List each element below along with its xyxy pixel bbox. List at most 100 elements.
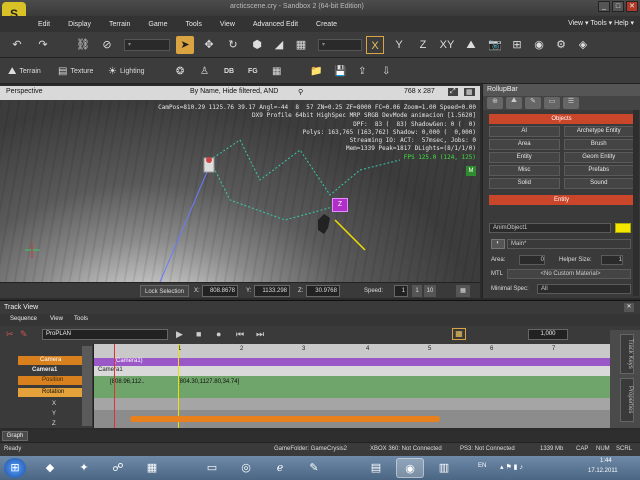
lock-selection-button[interactable]: Lock Selection [140,285,190,297]
viewport-title[interactable]: Perspective [6,88,43,95]
character-entity[interactable] [318,214,330,234]
speed-1-button[interactable]: 1 [412,285,422,297]
track-timeline[interactable]: 1 2 3 4 5 6 7 (Camera1) Camera1 [808.96,… [94,344,610,428]
object-area-button[interactable]: Area [489,139,560,150]
tree-camera1[interactable]: Camera1 [18,366,90,375]
entity-color-swatch[interactable] [615,223,631,233]
taskbar-app-3[interactable]: ☍ [104,458,132,478]
properties-tab[interactable]: Properties [620,378,634,422]
viewport-settings-icon[interactable]: ▦ [456,285,470,297]
axis-y-icon[interactable]: Y [390,36,408,54]
taskbar-folder[interactable]: ▤ [362,458,390,478]
start-button[interactable]: ⊞ [4,458,26,478]
layers-tab-icon[interactable]: ☰ [563,97,579,109]
track-menu-view[interactable]: View [50,316,63,322]
terrain-button[interactable]: ⛰ Terrain [8,63,41,79]
tray-icons[interactable]: ▴ ⚑ ▮ ♪ [500,463,523,471]
layer-icon[interactable]: ◐ [491,239,505,249]
track-menu-sequence[interactable]: Sequence [10,316,37,322]
taskbar-app-2[interactable]: ✦ [70,458,98,478]
camera-icon[interactable]: 📷 [486,36,504,54]
snap-keys-icon[interactable]: ▦ [452,328,466,340]
position-row[interactable]: [808.96,112.. [804.30,1127.80,34.74] [94,376,610,398]
viewport-options-icon[interactable]: ▦ [464,88,475,96]
lighting-button[interactable]: ☀ Lighting [108,63,145,79]
position-key-2[interactable]: [804.30,1127.80,34.74] [178,379,239,385]
rollup-scrollbar[interactable] [633,110,639,296]
x-coordinate-field[interactable]: 808.8678 [202,285,238,297]
object-geom-entity-button[interactable]: Geom Entity [563,152,634,163]
axis-z-icon[interactable]: Z [414,36,432,54]
close-button[interactable]: ✕ [626,1,638,12]
track-keys-tab[interactable]: Track Keys [620,334,634,374]
taskbar-terminal[interactable]: ▭ [198,458,226,478]
physics-icon[interactable]: ⚙ [552,36,570,54]
create-tab-icon[interactable]: ⊕ [487,97,503,109]
sequence-dropdown[interactable]: ProPLAN [42,329,168,340]
area-field[interactable]: 0 [519,255,545,265]
menu-create[interactable]: Create [316,21,337,28]
database-button[interactable]: DB [224,63,234,79]
frame-field[interactable]: 1,000 [528,329,568,340]
timeline-ruler[interactable]: 1 2 3 4 5 6 7 [94,344,610,358]
object-entity-button[interactable]: Entity [489,152,560,163]
tree-z[interactable]: Z [30,420,90,429]
object-ai-button[interactable]: AI [489,126,560,137]
open-folder-button[interactable]: 📁 [310,63,322,79]
character-button[interactable]: ♙ [200,63,209,79]
scale-icon[interactable]: ⬢ [248,36,266,54]
search-icon[interactable]: ⚲ [298,88,303,96]
track-tool-icon-2[interactable]: ✎ [20,329,28,340]
tree-rotation[interactable]: Rotation [18,388,90,397]
object-solid-button[interactable]: Solid [489,178,560,189]
minspec-dropdown[interactable]: All [537,284,631,294]
helper-size-field[interactable]: 1 [601,255,623,265]
undo-icon[interactable]: ↶ [8,36,26,54]
camera1-row[interactable]: Camera1 [94,366,610,376]
move-icon[interactable]: ✥ [200,36,218,54]
menu-display[interactable]: Display [68,21,91,28]
clock-time[interactable]: 1:44 [600,458,612,464]
object-archetype-entity-button[interactable]: Archetype Entity [563,126,634,137]
grid-icon[interactable]: ▦ [292,36,310,54]
tree-y[interactable]: Y [30,410,90,419]
export-button[interactable]: ⇪ [358,63,366,79]
grid-settings-button[interactable]: ▦ [272,63,281,79]
minimize-button[interactable]: _ [598,1,610,12]
object-prefabs-button[interactable]: Prefabs [563,165,634,176]
tree-scrollbar[interactable] [82,346,92,426]
track-menu-tools[interactable]: Tools [74,316,88,322]
language-indicator[interactable]: EN [478,463,486,469]
next-key-icon[interactable]: ⏭ [256,329,264,340]
mtl-button[interactable]: <No Custom Material> [507,269,631,279]
clock-date[interactable]: 17.12.2011 [588,468,618,474]
taskbar-app-1[interactable]: ◆ [36,458,64,478]
menu-right-group[interactable]: View ▾ Tools ▾ Help ▾ [568,19,634,27]
objects-header[interactable]: Objects [489,114,634,124]
link-icon[interactable]: ⛓ [74,36,92,54]
snap-icon[interactable]: ◢ [270,36,288,54]
axis-x-icon[interactable]: X [366,36,384,54]
object-misc-button[interactable]: Misc [489,165,560,176]
menu-tools[interactable]: Tools [185,21,201,28]
menu-terrain[interactable]: Terrain [109,21,130,28]
select-arrow-icon[interactable]: ➤ [176,36,194,54]
terrain-snap-icon[interactable]: ⛰ [462,36,480,54]
unlink-icon[interactable]: ⊘ [98,36,116,54]
menu-view[interactable]: View [220,21,235,28]
track-tool-icon-1[interactable]: ✂ [6,329,14,340]
speed-field[interactable]: 1 [394,285,408,297]
terrain-tab-icon[interactable]: ⛰ [506,97,522,109]
menu-advanced-edit[interactable]: Advanced Edit [253,21,298,28]
wireframe-icon[interactable]: ⊞ [508,36,526,54]
ai-icon[interactable]: ◉ [530,36,548,54]
maximize-button[interactable]: □ [612,1,624,12]
menu-edit[interactable]: Edit [38,21,50,28]
flowgraph-button[interactable]: FG [248,63,258,79]
coord-system-dropdown[interactable]: ▾ [318,39,362,51]
position-key-1[interactable]: [808.96,112.. [110,379,145,385]
taskbar-sandbox[interactable]: ◉ [396,458,424,478]
stop-icon[interactable]: ■ [196,329,201,339]
taskbar-app-6[interactable]: ▥ [430,458,458,478]
prev-key-icon[interactable]: ⏮ [236,329,244,340]
